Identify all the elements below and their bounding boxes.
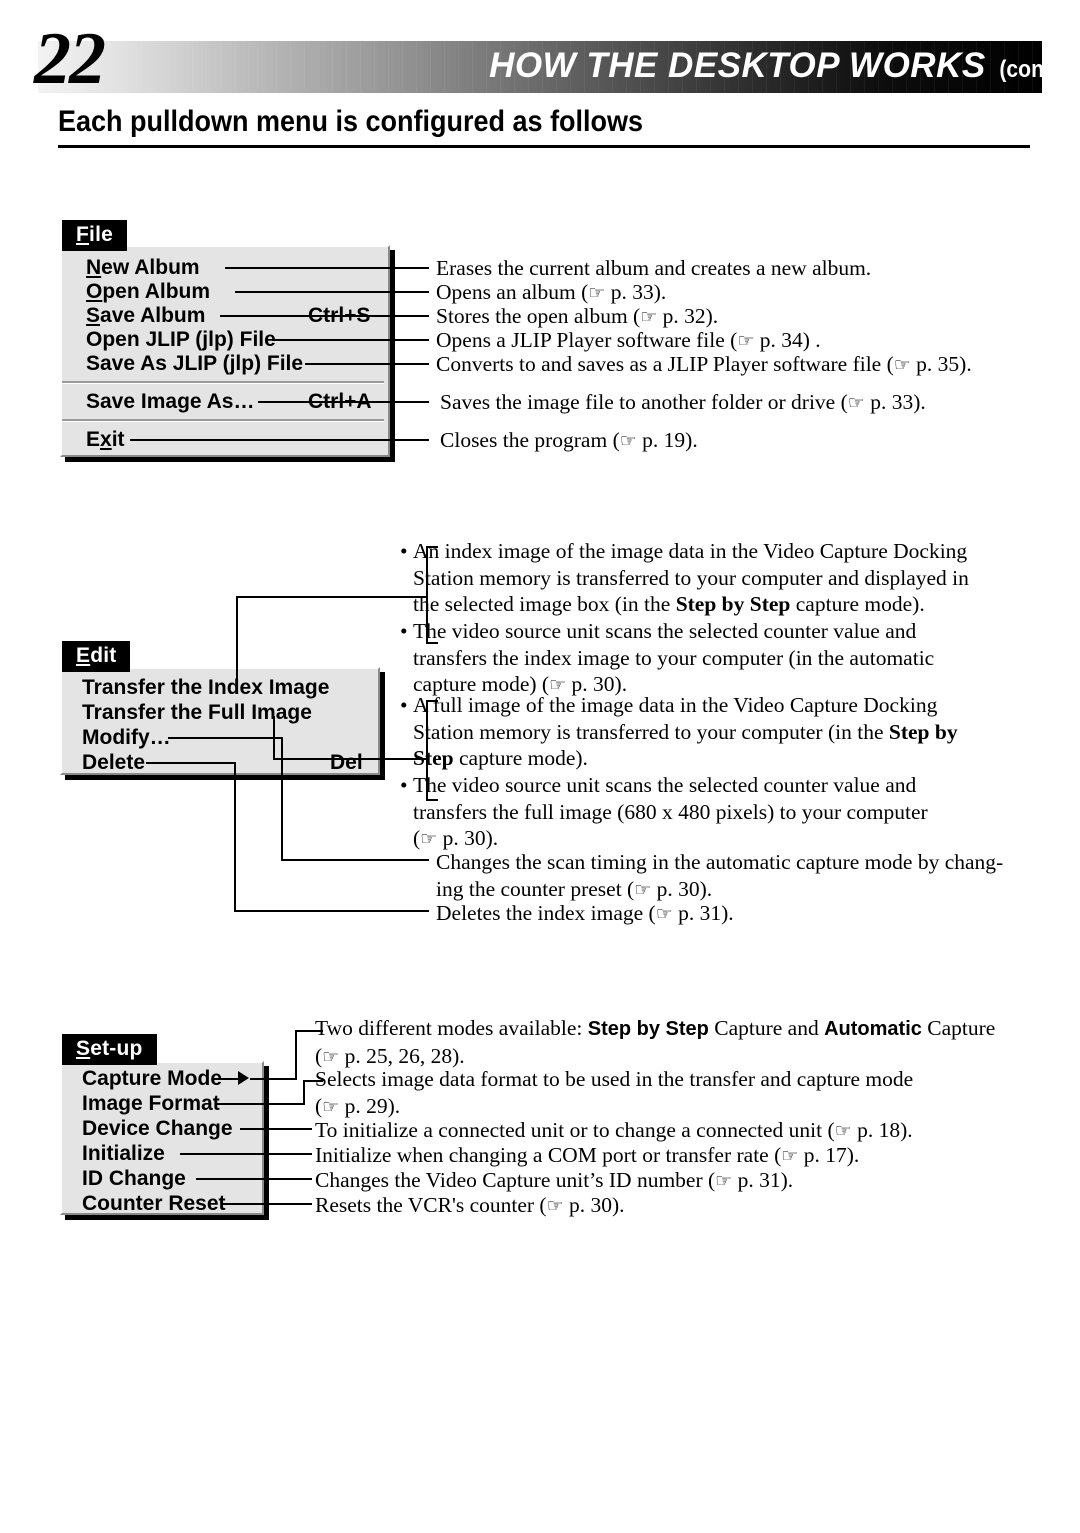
hand-icon: ☞ [847, 392, 865, 414]
hand-icon: ☞ [834, 1120, 852, 1142]
desc-save-image-as: Saves the image file to another folder o… [440, 390, 926, 414]
leader-line-initialize [180, 1153, 312, 1155]
hand-icon: ☞ [893, 354, 911, 376]
bullet-dot: • [400, 693, 408, 717]
leader-line-image-format-h1 [215, 1103, 305, 1105]
leader-line-capture-mode-v [295, 1030, 297, 1080]
desc-edit-bullet-2: • The video source unit scans the select… [400, 619, 935, 696]
bullet-dot: • [400, 619, 408, 643]
menu-tab-setup[interactable]: Set-up [62, 1034, 157, 1066]
desc-image-format: Selects image data format to be used in … [315, 1067, 914, 1118]
leader-line-capture-mode-stub [213, 1078, 240, 1080]
hand-icon: ☞ [655, 903, 673, 925]
hand-icon: ☞ [322, 1045, 340, 1068]
leader-line-id-change [196, 1178, 312, 1180]
connector-transfer-index-vertical [236, 596, 238, 686]
leader-line-open-album [235, 291, 429, 293]
hand-icon: ☞ [619, 430, 637, 452]
desc-edit-bullet-3: • A full image of the image data in the … [400, 693, 958, 770]
section-heading: Each pulldown menu is configured as foll… [58, 105, 644, 138]
leader-line-save-as-jlip [305, 363, 429, 365]
menu-tab-setup-label-rest: et-up [90, 1037, 143, 1060]
leader-line-device-change [240, 1128, 312, 1130]
leader-line-delete-v [234, 762, 236, 912]
menu-item-exit[interactable]: Exit [86, 428, 125, 452]
desc-edit-bullet-4: • The video source unit scans the select… [400, 773, 928, 850]
menu-tab-edit-label-rest: dit [90, 644, 117, 667]
bullet-dot: • [400, 773, 408, 797]
leader-line-save-album [220, 315, 429, 317]
menu-item-transfer-index-image[interactable]: Transfer the Index Image [82, 676, 329, 700]
desc-modify: Changes the scan timing in the automatic… [436, 850, 1004, 901]
menu-tab-edit[interactable]: Edit [62, 641, 131, 673]
page-number: 22 [34, 18, 106, 100]
desc-exit: Closes the program (☞ p. 19). [440, 428, 698, 452]
leader-line-modify-h2 [281, 859, 429, 861]
menu-item-initialize[interactable]: Initialize [82, 1142, 165, 1166]
hand-icon: ☞ [322, 1095, 340, 1118]
leader-line-image-format-v [303, 1080, 305, 1105]
desc-capture-mode: Two different modes available: Step by S… [315, 1016, 996, 1068]
menu-accel-delete: Del [330, 751, 363, 774]
menu-item-capture-mode[interactable]: Capture Mode [82, 1067, 222, 1091]
menu-item-counter-reset[interactable]: Counter Reset [82, 1192, 226, 1216]
desc-save-as-jlip: Converts to and saves as a JLIP Player s… [436, 352, 972, 376]
hand-icon: ☞ [420, 828, 438, 850]
hand-icon: ☞ [634, 878, 652, 901]
leader-line-new-album [225, 267, 429, 269]
menu-item-delete[interactable]: Delete [82, 751, 145, 775]
hand-icon: ☞ [640, 306, 658, 328]
hand-icon: ☞ [588, 282, 606, 304]
leader-line-modify-v [281, 737, 283, 861]
menu-item-open-album[interactable]: Open Album [86, 280, 210, 304]
menu-separator-1 [62, 381, 384, 384]
menu-item-modify[interactable]: Modify… [82, 726, 171, 750]
hand-icon: ☞ [715, 1170, 733, 1192]
desc-edit-bullet-1: • An index image of the image data in th… [400, 539, 969, 616]
hand-icon: ☞ [737, 330, 755, 352]
leader-line-counter-reset [222, 1203, 312, 1205]
submenu-arrow-icon [238, 1071, 249, 1085]
menu-item-save-as-jlip-file[interactable]: Save As JLIP (jlp) File [86, 352, 303, 376]
menu-item-id-change[interactable]: ID Change [82, 1167, 186, 1191]
menu-item-device-change[interactable]: Device Change [82, 1117, 233, 1141]
bullet-dot: • [400, 539, 408, 563]
page-title: HOW THE DESKTOP WORKS [489, 46, 986, 85]
menu-separator-2 [62, 419, 384, 422]
hand-icon: ☞ [546, 1195, 564, 1217]
desc-initialize: Initialize when changing a COM port or t… [315, 1143, 860, 1167]
menu-item-save-album[interactable]: Save Album [86, 304, 205, 328]
desc-new-album: Erases the current album and creates a n… [436, 256, 872, 280]
hand-icon: ☞ [781, 1145, 799, 1167]
menu-item-open-jlip-file[interactable]: Open JLIP (jlp) File [86, 328, 276, 352]
leader-line-exit [130, 439, 429, 441]
menu-item-new-album[interactable]: New Album [86, 256, 200, 280]
menu-item-save-image-as[interactable]: Save Image As… [86, 390, 254, 414]
leader-line-capture-mode-h1 [250, 1078, 297, 1080]
leader-line-open-jlip [272, 339, 429, 341]
menu-tab-file[interactable]: File [62, 220, 127, 252]
leader-line-modify-h1 [168, 737, 283, 739]
page-title-continued: (cont.) [999, 56, 1064, 83]
leader-line-save-image-as [258, 401, 429, 403]
menu-tab-file-label-rest: ile [89, 223, 113, 246]
desc-counter-reset: Resets the VCR's counter (☞ p. 30). [315, 1193, 625, 1217]
menu-item-transfer-full-image[interactable]: Transfer the Full Image [82, 701, 312, 725]
desc-delete: Deletes the index image (☞ p. 31). [436, 901, 734, 925]
leader-line-delete-h2 [234, 910, 429, 912]
header-title-group: HOW THE DESKTOP WORKS (cont.) [489, 46, 1068, 86]
heading-divider [58, 145, 1030, 148]
menu-item-image-format[interactable]: Image Format [82, 1092, 220, 1116]
desc-id-change: Changes the Video Capture unit’s ID numb… [315, 1168, 794, 1192]
desc-device-change: To initialize a connected unit or to cha… [315, 1118, 913, 1142]
leader-line-delete-h1 [146, 762, 236, 764]
